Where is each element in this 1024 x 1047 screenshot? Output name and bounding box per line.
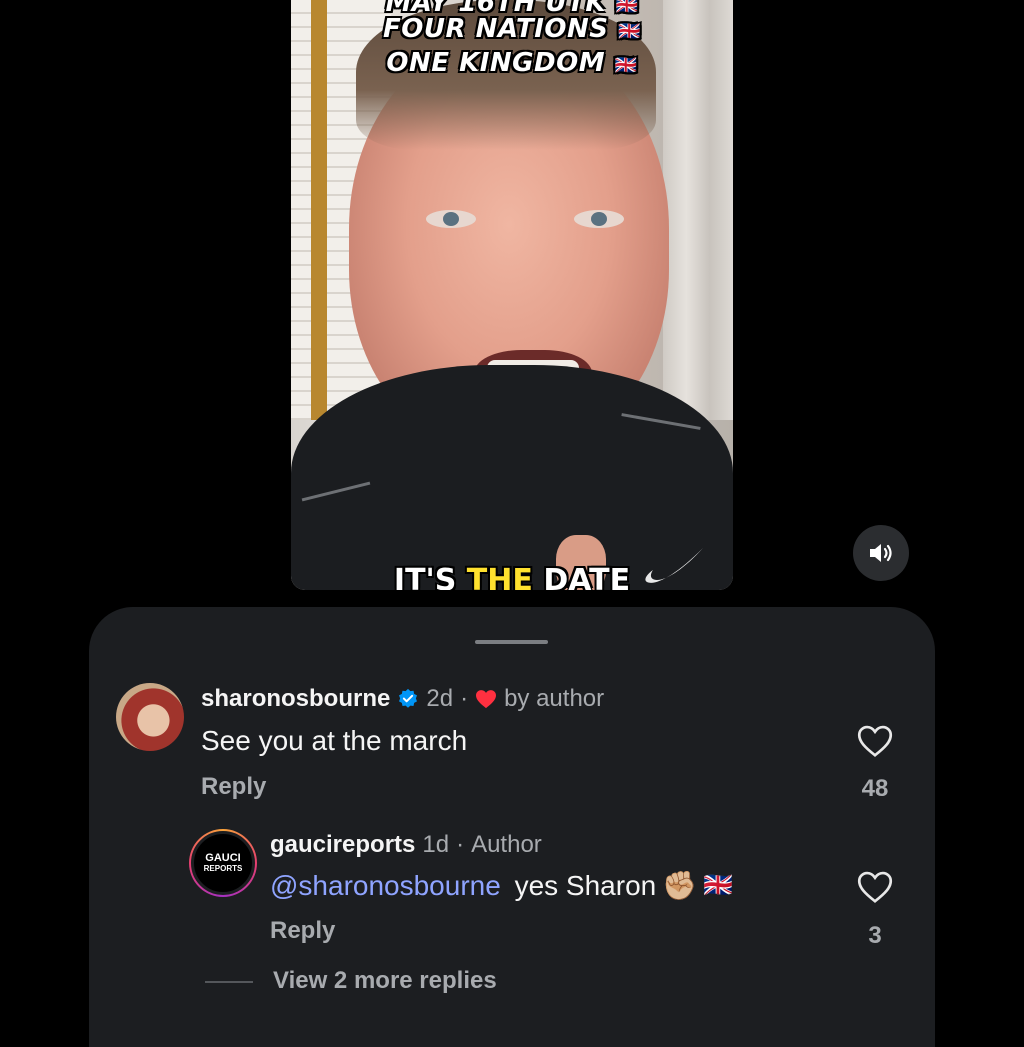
reply-button[interactable]: Reply — [201, 773, 266, 801]
bottom-caption: IT'S THE DATE — [393, 563, 631, 590]
uk-flag-emoji: 🇬🇧 — [703, 872, 733, 899]
comments-sheet: sharonosbourne 2d · by author See you at… — [89, 607, 935, 1047]
sound-toggle-button[interactable] — [853, 525, 909, 581]
separator-dot: · — [460, 685, 469, 712]
comment-meta: gaucireports 1d · Author — [270, 831, 542, 859]
comment-time: 1d — [422, 831, 450, 858]
verified-badge-icon — [399, 688, 418, 708]
left-eye — [426, 210, 476, 228]
avatar[interactable] — [116, 683, 184, 751]
comment-meta: sharonosbourne 2d · by author — [201, 685, 604, 713]
like-count: 48 — [861, 775, 889, 802]
separator-dot: · — [456, 831, 465, 858]
video-player[interactable]: MAY 16TH UTK 🇬🇧 FOUR NATIONS 🇬🇧 ONE KING… — [291, 0, 733, 590]
username[interactable]: gaucireports — [270, 831, 415, 859]
author-label: Author — [471, 831, 542, 858]
comment-text: See you at the march — [201, 725, 468, 756]
caption-line-3: ONE KINGDOM 🇬🇧 — [386, 48, 638, 78]
comment-text: @sharonosbourne yes Sharon ✊🏼 🇬🇧 — [270, 869, 733, 902]
mention-link[interactable]: @sharonosbourne — [270, 870, 501, 902]
like-heart-icon[interactable] — [857, 870, 893, 904]
raised-fist-emoji: ✊🏼 — [662, 870, 698, 901]
avatar-logo: GAUCI REPORTS — [191, 831, 255, 895]
liked-by-author-label: by author — [504, 685, 605, 712]
right-eye — [574, 210, 624, 228]
heart-filled-icon — [476, 690, 497, 709]
replies-divider — [205, 981, 253, 983]
caption-line-2: FOUR NATIONS 🇬🇧 — [383, 14, 641, 44]
username[interactable]: sharonosbourne — [201, 685, 390, 713]
like-heart-icon[interactable] — [857, 724, 893, 758]
comment-time: 2d — [426, 685, 454, 712]
sheet-drag-handle[interactable] — [475, 640, 548, 644]
avatar[interactable]: GAUCI REPORTS — [189, 829, 257, 897]
speaker-volume-icon — [870, 544, 892, 562]
reply-button[interactable]: Reply — [270, 917, 335, 945]
view-more-replies-button[interactable]: View 2 more replies — [273, 967, 497, 995]
like-count: 3 — [868, 922, 882, 949]
